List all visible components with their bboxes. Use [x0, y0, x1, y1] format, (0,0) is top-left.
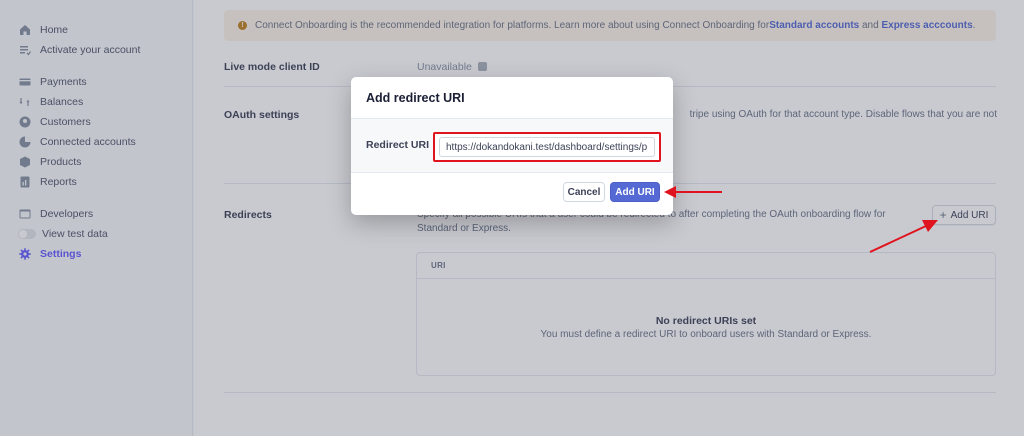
cancel-button[interactable]: Cancel — [563, 182, 605, 202]
redirect-uri-input[interactable] — [439, 137, 655, 157]
add-uri-submit-button[interactable]: Add URI — [610, 182, 660, 202]
annotation-arrow-diagonal — [869, 220, 938, 253]
dialog-title: Add redirect URI — [351, 77, 673, 119]
redirect-uri-label: Redirect URI — [366, 139, 430, 151]
highlight-box — [433, 132, 661, 162]
dialog-footer: Cancel Add URI — [351, 173, 673, 215]
annotation-arrow-left — [664, 186, 722, 198]
add-redirect-uri-dialog: Add redirect URI Redirect URI Cancel Add… — [351, 77, 673, 215]
dialog-body: Redirect URI — [351, 119, 673, 173]
